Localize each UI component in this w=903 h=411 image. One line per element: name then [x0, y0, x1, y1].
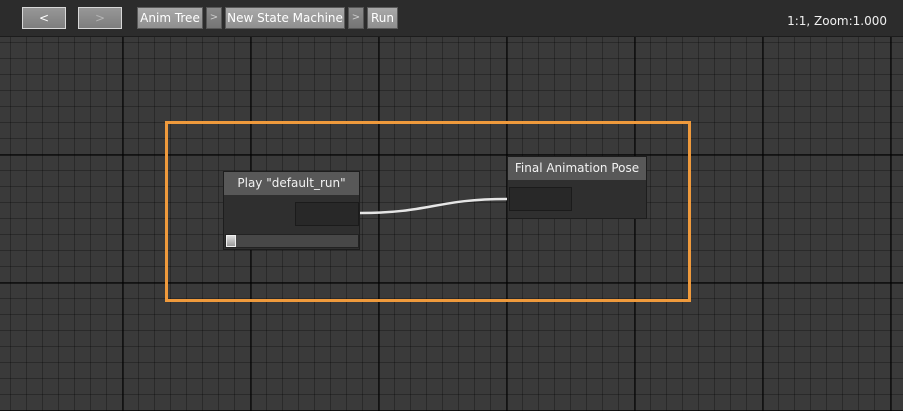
connection-wire — [359, 197, 508, 215]
